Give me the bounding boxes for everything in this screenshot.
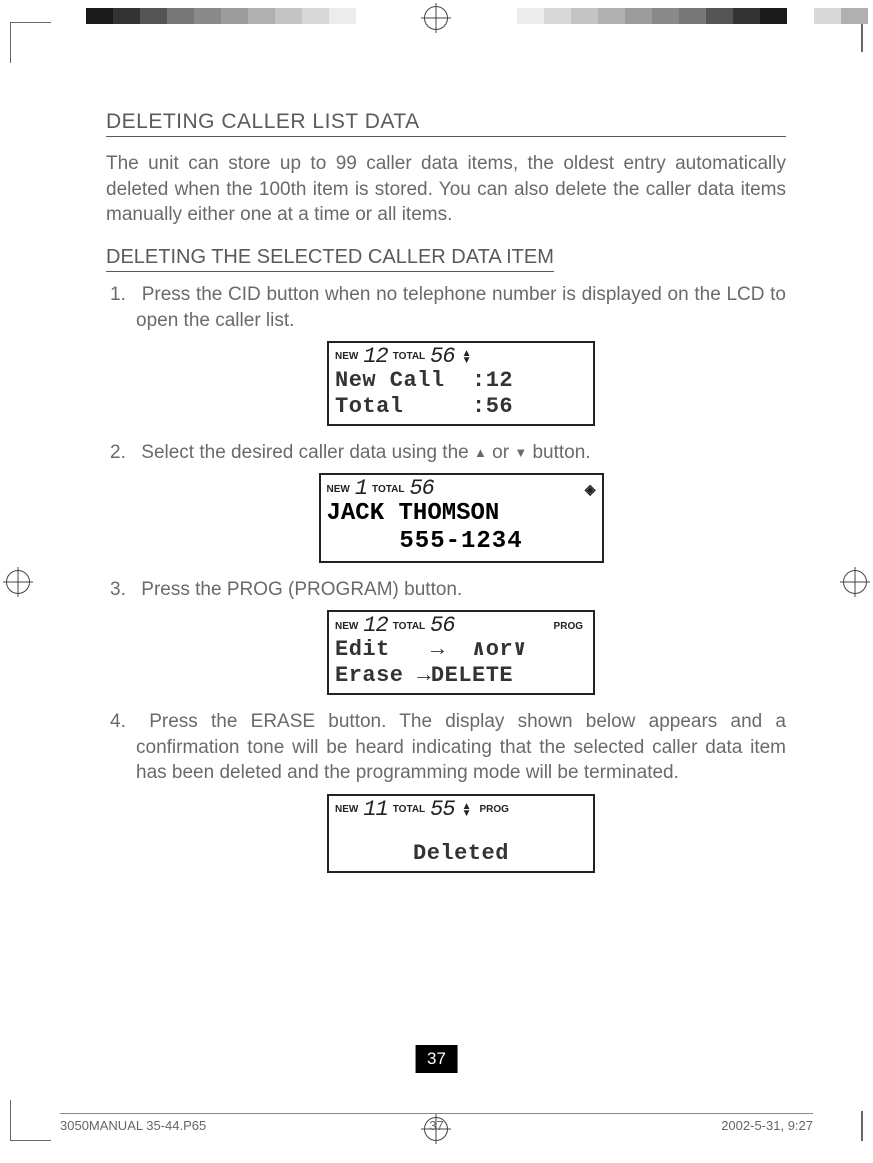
manual-page: DELETING CALLER LIST DATA The unit can s… (0, 0, 873, 1163)
lcd-new-label: NEW (335, 350, 358, 364)
lcd-prog-label: PROG (479, 803, 512, 817)
heading-main: DELETING CALLER LIST DATA (106, 110, 786, 137)
color-swatch (490, 8, 517, 24)
lcd-line-2: Erase →DELETE (335, 663, 587, 688)
color-swatch (194, 8, 221, 24)
color-swatch (706, 8, 733, 24)
lcd-display-3: NEW 12 TOTAL 56 PROG Edit → ∧or∨ Erase →… (327, 610, 595, 695)
lcd-prog-label: PROG (554, 620, 587, 634)
step-3: Press the PROG (PROGRAM) button. NEW 12 … (136, 577, 786, 695)
step-text-post: button. (527, 442, 590, 463)
lcd-line-2: Deleted (335, 841, 587, 866)
color-swatch (248, 8, 275, 24)
lcd-total-label: TOTAL (393, 620, 425, 634)
registration-target-icon (424, 6, 448, 30)
lcd-total-label: TOTAL (372, 483, 404, 497)
lcd-new-count: 12 (362, 615, 388, 637)
footer-filename: 3050MANUAL 35-44.P65 (60, 1118, 206, 1133)
color-swatch (760, 8, 787, 24)
color-swatch (679, 8, 706, 24)
diamond-icon: ◈ (585, 480, 596, 499)
cropmark-top-right (861, 22, 863, 52)
registration-target-icon (843, 570, 867, 594)
down-triangle-icon: ▼ (514, 445, 527, 460)
color-swatch (544, 8, 571, 24)
color-swatch (356, 8, 383, 24)
color-swatch (652, 8, 679, 24)
color-swatch (571, 8, 598, 24)
color-swatch (329, 8, 356, 24)
color-swatch (733, 8, 760, 24)
lcd-display-1: NEW 12 TOTAL 56 ▲▼ New Call :12 Total :5… (327, 341, 595, 426)
lcd-total-count: 55 (429, 799, 455, 821)
lcd-status-row: NEW 12 TOTAL 56 PROG (335, 615, 587, 637)
page-number: 37 (415, 1045, 458, 1073)
color-swatch (275, 8, 302, 24)
step-text: Press the CID button when no telephone n… (136, 284, 786, 331)
step-list: Press the CID button when no telephone n… (106, 282, 786, 873)
color-swatch (814, 8, 841, 24)
lcd-new-label: NEW (335, 620, 358, 634)
lcd-status-row: NEW 1 TOTAL 56 ◈ (327, 478, 596, 500)
step-2: Select the desired caller data using the… (136, 440, 786, 563)
lcd-display-2: NEW 1 TOTAL 56 ◈ JACK THOMSON 555-1234 (319, 473, 604, 562)
up-triangle-icon: ▲ (474, 445, 487, 460)
lcd-total-count: 56 (408, 478, 434, 500)
print-footer: 3050MANUAL 35-44.P65 37 2002-5-31, 9:27 (60, 1113, 813, 1133)
footer-date: 2002-5-31, 9:27 (721, 1118, 813, 1133)
lcd-display-4: NEW 11 TOTAL 55 ▲▼ PROG Deleted (327, 794, 595, 873)
lcd-new-label: NEW (335, 803, 358, 817)
lcd-new-count: 1 (354, 478, 368, 500)
step-text-mid: or (487, 442, 514, 463)
lcd-status-row: NEW 11 TOTAL 55 ▲▼ PROG (335, 799, 587, 821)
color-swatch (221, 8, 248, 24)
registration-target-icon (6, 570, 30, 594)
color-swatch (598, 8, 625, 24)
color-swatch (167, 8, 194, 24)
step-4: Press the ERASE button. The display show… (136, 709, 786, 873)
up-down-arrows-icon: ▲▼ (462, 350, 472, 364)
lcd-total-label: TOTAL (393, 803, 425, 817)
lcd-status-row: NEW 12 TOTAL 56 ▲▼ (335, 346, 587, 368)
lcd-total-label: TOTAL (393, 350, 425, 364)
lcd-line-1: New Call :12 (335, 368, 587, 393)
heading-sub: DELETING THE SELECTED CALLER DATA ITEM (106, 246, 554, 272)
lcd-line-1: JACK THOMSON (327, 500, 596, 528)
color-swatch-strip-left (86, 8, 383, 24)
lcd-total-count: 56 (429, 346, 455, 368)
color-swatch (140, 8, 167, 24)
color-swatch (517, 8, 544, 24)
up-down-arrows-icon: ▲▼ (462, 803, 472, 817)
cropmark-top-left (10, 22, 51, 63)
lcd-line-2: 555-1234 (327, 528, 596, 556)
color-swatch (841, 8, 868, 24)
footer-page: 37 (429, 1118, 443, 1133)
color-swatch (86, 8, 113, 24)
step-text: Press the ERASE button. The display show… (136, 711, 786, 783)
lcd-total-count: 56 (429, 615, 455, 637)
color-swatch-strip-right (490, 8, 868, 24)
cropmark-bottom-right (861, 1111, 863, 1141)
color-swatch (302, 8, 329, 24)
lcd-new-count: 11 (362, 799, 388, 821)
step-text-pre: Select the desired caller data using the (141, 442, 474, 463)
lcd-blank-line (335, 821, 587, 841)
intro-paragraph: The unit can store up to 99 caller data … (106, 151, 786, 228)
lcd-new-label: NEW (327, 483, 350, 497)
cropmark-bottom-left (10, 1100, 51, 1141)
page-content: DELETING CALLER LIST DATA The unit can s… (106, 110, 786, 887)
lcd-new-count: 12 (362, 346, 388, 368)
step-1: Press the CID button when no telephone n… (136, 282, 786, 426)
step-text: Press the PROG (PROGRAM) button. (141, 579, 462, 600)
color-swatch (787, 8, 814, 24)
color-swatch (625, 8, 652, 24)
lcd-line-2: Total :56 (335, 394, 587, 419)
lcd-line-1: Edit → ∧or∨ (335, 637, 587, 662)
color-swatch (113, 8, 140, 24)
